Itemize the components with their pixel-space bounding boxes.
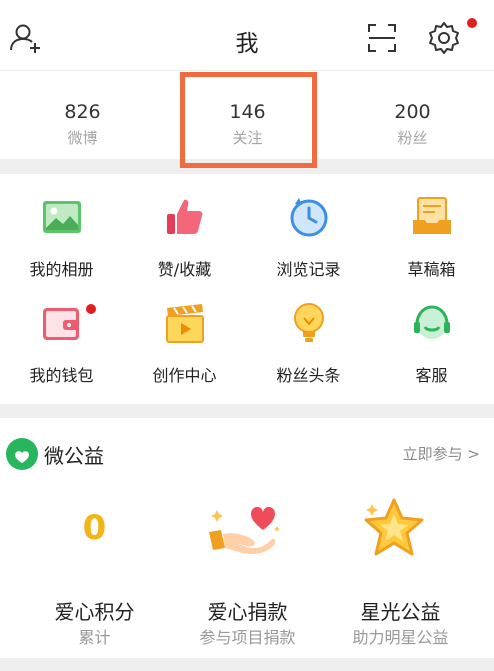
stat-count: 200	[394, 101, 431, 123]
wallet-notification-dot	[86, 304, 96, 314]
stat-count: 826	[64, 101, 101, 123]
menu-item-label: 我的钱包	[29, 366, 94, 385]
charity-item-donation[interactable]: 爱心捐款 参与项目捐款	[165, 478, 330, 648]
menu-item-label: 我的相册	[29, 260, 94, 279]
charity-item-title: 爱心积分	[54, 600, 135, 624]
highlight-box	[180, 72, 317, 168]
gold-star-icon	[364, 498, 424, 556]
stat-weibo[interactable]: 826 微博	[0, 71, 165, 159]
join-now-link[interactable]: 立即参与 >	[403, 443, 480, 464]
menu-item-history[interactable]: 浏览记录	[247, 174, 370, 279]
feature-grid: 我的相册 赞/收藏 浏览记录 草稿箱 我的钱包 创作中心 粉丝头条 客服	[0, 174, 494, 404]
menu-item-likes[interactable]: 赞/收藏	[123, 174, 246, 279]
charity-item-subtitle: 参与项目捐款	[199, 628, 296, 647]
drafts-box-icon	[413, 197, 451, 234]
charity-points-value: 0	[82, 508, 107, 548]
charity-item-subtitle: 累计	[78, 628, 111, 647]
wallet-icon	[43, 308, 79, 340]
charity-item-subtitle: 助力明星公益	[352, 628, 449, 647]
lightbulb-icon	[294, 303, 324, 342]
charity-item-title: 星光公益	[360, 600, 441, 624]
clock-history-icon	[290, 198, 328, 237]
heart-hand-icon	[209, 506, 280, 554]
menu-item-label: 客服	[415, 366, 448, 385]
charity-item-points[interactable]: 0 爱心积分 累计	[12, 478, 177, 648]
settings-notification-dot	[467, 18, 477, 28]
menu-item-label: 草稿箱	[407, 260, 456, 279]
menu-item-label: 创作中心	[152, 366, 217, 385]
stat-label: 微博	[67, 129, 98, 147]
menu-item-album[interactable]: 我的相册	[0, 174, 123, 279]
charity-item-title: 爱心捐款	[207, 600, 288, 624]
menu-item-label: 赞/收藏	[157, 260, 212, 279]
menu-item-customer-service[interactable]: 客服	[370, 280, 493, 385]
settings-gear-icon[interactable]	[424, 18, 464, 58]
charity-section: 微公益 立即参与 > 0 爱心积分 累计 爱心捐款 参与项目捐款 星光公益 助力…	[0, 418, 494, 658]
thumbs-up-icon	[167, 199, 203, 234]
menu-item-drafts[interactable]: 草稿箱	[370, 174, 493, 279]
menu-item-creator-center[interactable]: 创作中心	[123, 280, 246, 385]
stat-followers[interactable]: 200 粉丝	[330, 71, 494, 159]
charity-item-star[interactable]: 星光公益 助力明星公益	[318, 478, 483, 648]
clapperboard-icon	[166, 304, 204, 343]
charity-logo-icon	[6, 438, 38, 470]
page-title: 我	[235, 31, 259, 57]
charity-title: 微公益	[44, 444, 104, 468]
top-bar: 我	[0, 0, 494, 70]
headset-icon	[414, 305, 450, 339]
menu-item-label: 浏览记录	[276, 260, 341, 279]
photo-album-icon	[43, 201, 81, 233]
menu-item-label: 粉丝头条	[276, 366, 341, 385]
scan-icon[interactable]	[362, 18, 402, 58]
stat-label: 粉丝	[397, 129, 428, 147]
bottom-divider	[0, 658, 494, 671]
menu-item-wallet[interactable]: 我的钱包	[0, 280, 123, 385]
menu-item-fans-headline[interactable]: 粉丝头条	[247, 280, 370, 385]
